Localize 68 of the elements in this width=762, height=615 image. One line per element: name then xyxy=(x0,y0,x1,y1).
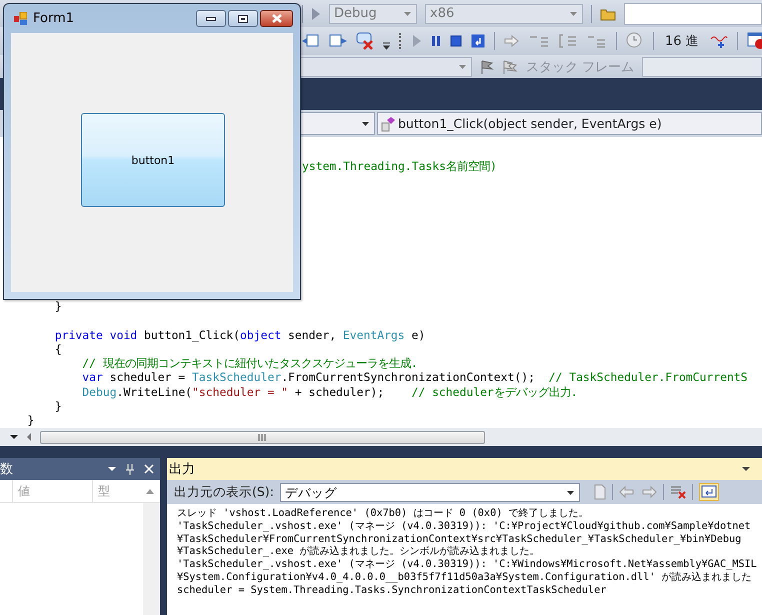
hex-button[interactable]: 16 進 xyxy=(663,32,701,50)
minimize-button[interactable] xyxy=(196,10,226,27)
code-line: { xyxy=(54,342,62,356)
configuration-dropdown[interactable]: Debug xyxy=(329,4,417,24)
code-line: private void button1_Click(object sender, EventArgs e) xyxy=(54,328,426,342)
caret-icon[interactable] xyxy=(566,490,574,494)
member-dropdown[interactable]: button1_Click(object sender, EventArgs e) xyxy=(377,112,762,135)
platform-dropdown[interactable]: x86 xyxy=(425,4,583,24)
form-button[interactable]: button1 xyxy=(81,113,225,207)
stop-icon[interactable] xyxy=(450,35,462,47)
source-label: 出力元の表示(S): xyxy=(174,484,274,500)
scroll-up-icon[interactable] xyxy=(146,488,154,494)
window-icon[interactable] xyxy=(302,33,320,49)
code-line: } xyxy=(54,399,62,414)
clock-icon[interactable] xyxy=(626,32,644,50)
previous-icon[interactable] xyxy=(618,485,635,499)
method-icon xyxy=(380,116,396,132)
window-title: Form1 xyxy=(33,11,74,26)
maximize-icon xyxy=(238,14,248,22)
delete-icon[interactable] xyxy=(356,32,374,50)
output-line: ¥TaskScheduler_.exe が読み込まれました。シンボルが読み込まれました。 xyxy=(177,546,540,559)
output-line: スレッド 'vshost.LoadReference' (0x7b0) はコード 0 (0x0) で終了しました。 xyxy=(177,508,588,521)
output-line: ¥TaskScheduler¥FromCurrentSynchronizationContext¥src¥TaskScheduler_¥TaskScheduler_¥bin¥Debug xyxy=(177,534,742,546)
close-button[interactable] xyxy=(260,10,293,27)
code-line: ystem.Threading.Tasks名前空間) xyxy=(302,159,497,174)
scrollbar-thumb[interactable] xyxy=(40,430,485,444)
arrow-icon[interactable] xyxy=(504,34,520,48)
caret-icon[interactable] xyxy=(362,122,369,126)
next-icon[interactable] xyxy=(640,485,657,499)
clear-icon[interactable] xyxy=(670,485,686,499)
maximize-button[interactable] xyxy=(228,10,258,27)
search-field[interactable] xyxy=(624,2,762,24)
panel-title: 出力 xyxy=(169,461,195,478)
word-wrap-icon[interactable] xyxy=(698,483,719,501)
stack-frame-label: スタック フレーム xyxy=(526,58,634,76)
member-name: button1_Click(object sender, EventArgs e) xyxy=(398,116,662,131)
minimize-icon xyxy=(206,16,216,20)
output-line: 'TaskScheduler_.vshost.exe' (マネージ (v4.0.30319)): 'C:¥Windows¥Microsoft.Net¥assembly¥GAC_MSIL xyxy=(177,559,757,572)
code-line: } xyxy=(54,299,62,314)
caret-icon[interactable] xyxy=(108,466,116,472)
code-line: Debug.WriteLine("scheduler = " + scheduler); // schedulerをデバッグ出力. xyxy=(81,384,578,400)
step-over-icon[interactable] xyxy=(558,33,578,49)
panel-title: 数 xyxy=(0,461,14,478)
output-line: scheduler = System.Threading.Tasks.SynchronizationContextTaskScheduler xyxy=(177,584,606,598)
document-icon[interactable] xyxy=(594,484,606,500)
flags-icon[interactable] xyxy=(502,60,518,74)
pause-icon[interactable] xyxy=(431,35,441,47)
pin-icon[interactable] xyxy=(126,464,134,474)
window-icon[interactable] xyxy=(329,33,347,49)
app-icon xyxy=(14,12,27,25)
flag-icon[interactable] xyxy=(480,60,494,74)
code-line: // 現在の同期コンテキストに紐付いたタスクスケジューラを生成. xyxy=(81,356,418,370)
restart-icon[interactable] xyxy=(471,34,485,48)
scroll-left-icon[interactable] xyxy=(26,433,32,441)
code-line: var scheduler = TaskScheduler.FromCurrentSynchronizationContext(); // TaskScheduler.FromCurrentS xyxy=(81,370,748,385)
folder-icon[interactable] xyxy=(600,6,616,20)
scrollbar-track[interactable] xyxy=(143,503,160,615)
caret-icon[interactable] xyxy=(742,466,750,472)
code-line: } xyxy=(26,413,34,428)
caret-icon[interactable] xyxy=(10,434,18,440)
source-dropdown[interactable]: デバッグ xyxy=(280,482,580,502)
output-line: 'TaskScheduler_.vshost.exe' (マネージ (v4.0.30319)): 'C:¥Project¥Cloud¥github.com¥Sample¥dotnet xyxy=(177,520,751,534)
close-icon xyxy=(270,14,282,23)
waveform-icon[interactable] xyxy=(710,34,728,48)
close-icon[interactable] xyxy=(144,464,154,474)
step-into-icon[interactable] xyxy=(529,34,549,48)
start-icon[interactable] xyxy=(311,6,321,20)
output-line: ¥System.Configuration¥v4.0_4.0.0.0__b03f5f7f11d50a3a¥System.Configuration.dll' が読み込まれました xyxy=(177,572,752,585)
